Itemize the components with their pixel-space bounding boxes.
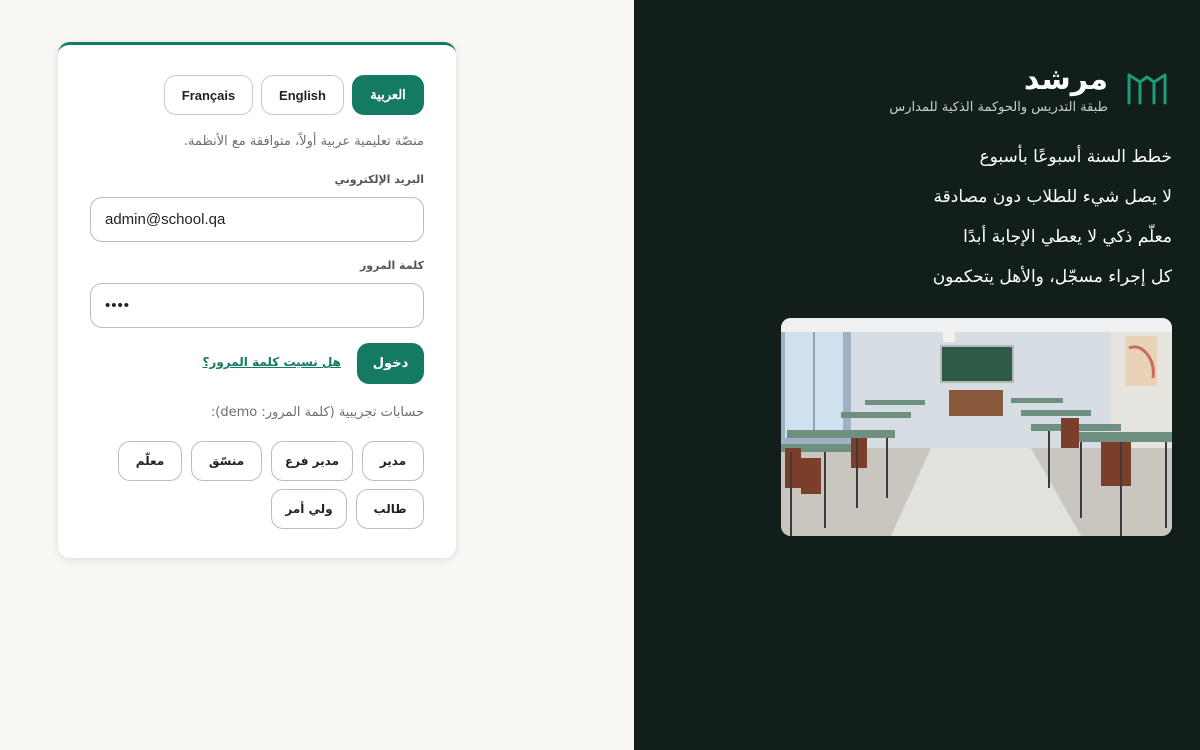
demo-account-button[interactable]: طالب xyxy=(356,489,424,529)
brand-tagline: طبقة التدريس والحوكمة الذكية للمدارس xyxy=(889,100,1108,115)
demo-account-button[interactable]: معلّم xyxy=(118,441,182,481)
demo-accounts-row-2: طالب ولي أمر xyxy=(271,489,424,529)
demo-account-button[interactable]: ولي أمر xyxy=(271,489,347,529)
login-button[interactable]: دخول xyxy=(357,343,424,384)
brand: مرشد طبقة التدريس والحوكمة الذكية للمدار… xyxy=(889,62,1168,115)
lang-english-button[interactable]: English xyxy=(261,75,344,115)
email-field[interactable]: admin@school.qa xyxy=(90,197,424,242)
password-field[interactable]: •••• xyxy=(90,283,424,328)
feature-item: خطط السنة أسبوعًا بأسبوع xyxy=(979,147,1172,167)
language-switcher: العربية English Français xyxy=(164,75,424,115)
hero-panel: مرشد طبقة التدريس والحوكمة الذكية للمدار… xyxy=(634,0,1200,750)
login-subtitle: منصّة تعليمية عربية أولاً، متوافقة مع ال… xyxy=(183,134,424,149)
feature-list: خطط السنة أسبوعًا بأسبوع لا يصل شيء للطل… xyxy=(933,146,1172,306)
feature-item: كل إجراء مسجّل، والأهل يتحكمون xyxy=(932,267,1172,287)
brand-name: مرشد xyxy=(1023,62,1108,97)
password-label: كلمة المرور xyxy=(359,259,424,272)
demo-account-button[interactable]: منسّق xyxy=(191,441,262,481)
email-label: البريد الإلكتروني xyxy=(334,173,424,186)
lang-french-button[interactable]: Français xyxy=(164,75,253,115)
login-card: العربية English Français منصّة تعليمية ع… xyxy=(58,42,456,558)
classroom-image xyxy=(781,318,1172,536)
feature-item: لا يصل شيء للطلاب دون مصادقة xyxy=(933,187,1172,207)
open-book-m-icon xyxy=(1127,73,1167,104)
demo-account-button[interactable]: مدير فرع xyxy=(271,441,353,481)
demo-account-button[interactable]: مدير xyxy=(362,441,424,481)
feature-item: معلّم ذكي لا يعطي الإجابة أبدًا xyxy=(963,227,1172,247)
demo-accounts-row-1: مدير مدير فرع منسّق معلّم xyxy=(118,441,424,481)
demo-accounts-title: حسابات تجريبية (كلمة المرور: demo): xyxy=(210,405,424,420)
forgot-password-link[interactable]: هل نسيت كلمة المرور؟ xyxy=(202,355,341,369)
lang-arabic-button[interactable]: العربية xyxy=(352,75,424,115)
